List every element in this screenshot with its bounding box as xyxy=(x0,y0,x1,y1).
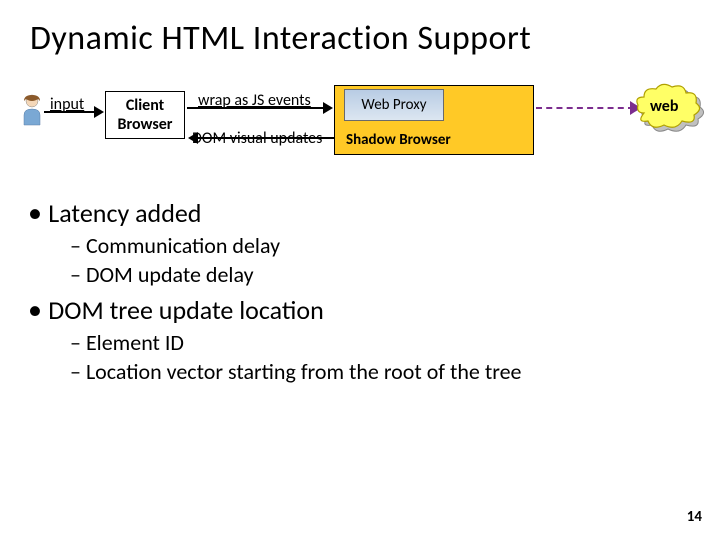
wrap-arrowhead-icon xyxy=(323,102,333,114)
bullet-location-vector: Location vector starting from the root o… xyxy=(70,358,690,385)
dom-updates-label: DOM visual updates xyxy=(192,129,322,148)
bullet-comm-delay: Communication delay xyxy=(70,232,690,259)
slide-title: Dynamic HTML Interaction Support xyxy=(0,0,720,59)
client-line2: Browser xyxy=(106,115,184,134)
bullet-dom-delay: DOM update delay xyxy=(70,261,690,288)
wrap-arrow-line xyxy=(187,107,327,109)
slide-number: 14 xyxy=(687,508,702,526)
input-arrowhead-icon xyxy=(94,106,104,118)
bullet-element-id: Element ID xyxy=(70,329,690,356)
user-icon xyxy=(20,93,44,127)
bullet-dom-location: DOM tree update location xyxy=(28,292,690,327)
client-line1: Client xyxy=(106,96,184,115)
bullet-content: Latency added Communication delay DOM up… xyxy=(0,195,720,385)
bullet-latency: Latency added xyxy=(28,195,690,230)
shadow-browser-label: Shadow Browser xyxy=(346,131,451,149)
architecture-diagram: input Client Browser wrap as JS events D… xyxy=(0,87,720,187)
web-cloud-label: web xyxy=(650,97,678,116)
web-proxy-box: Web Proxy xyxy=(344,89,444,121)
dashed-connector xyxy=(536,107,634,109)
client-browser-box: Client Browser xyxy=(105,91,185,139)
input-arrow-line xyxy=(44,111,98,113)
